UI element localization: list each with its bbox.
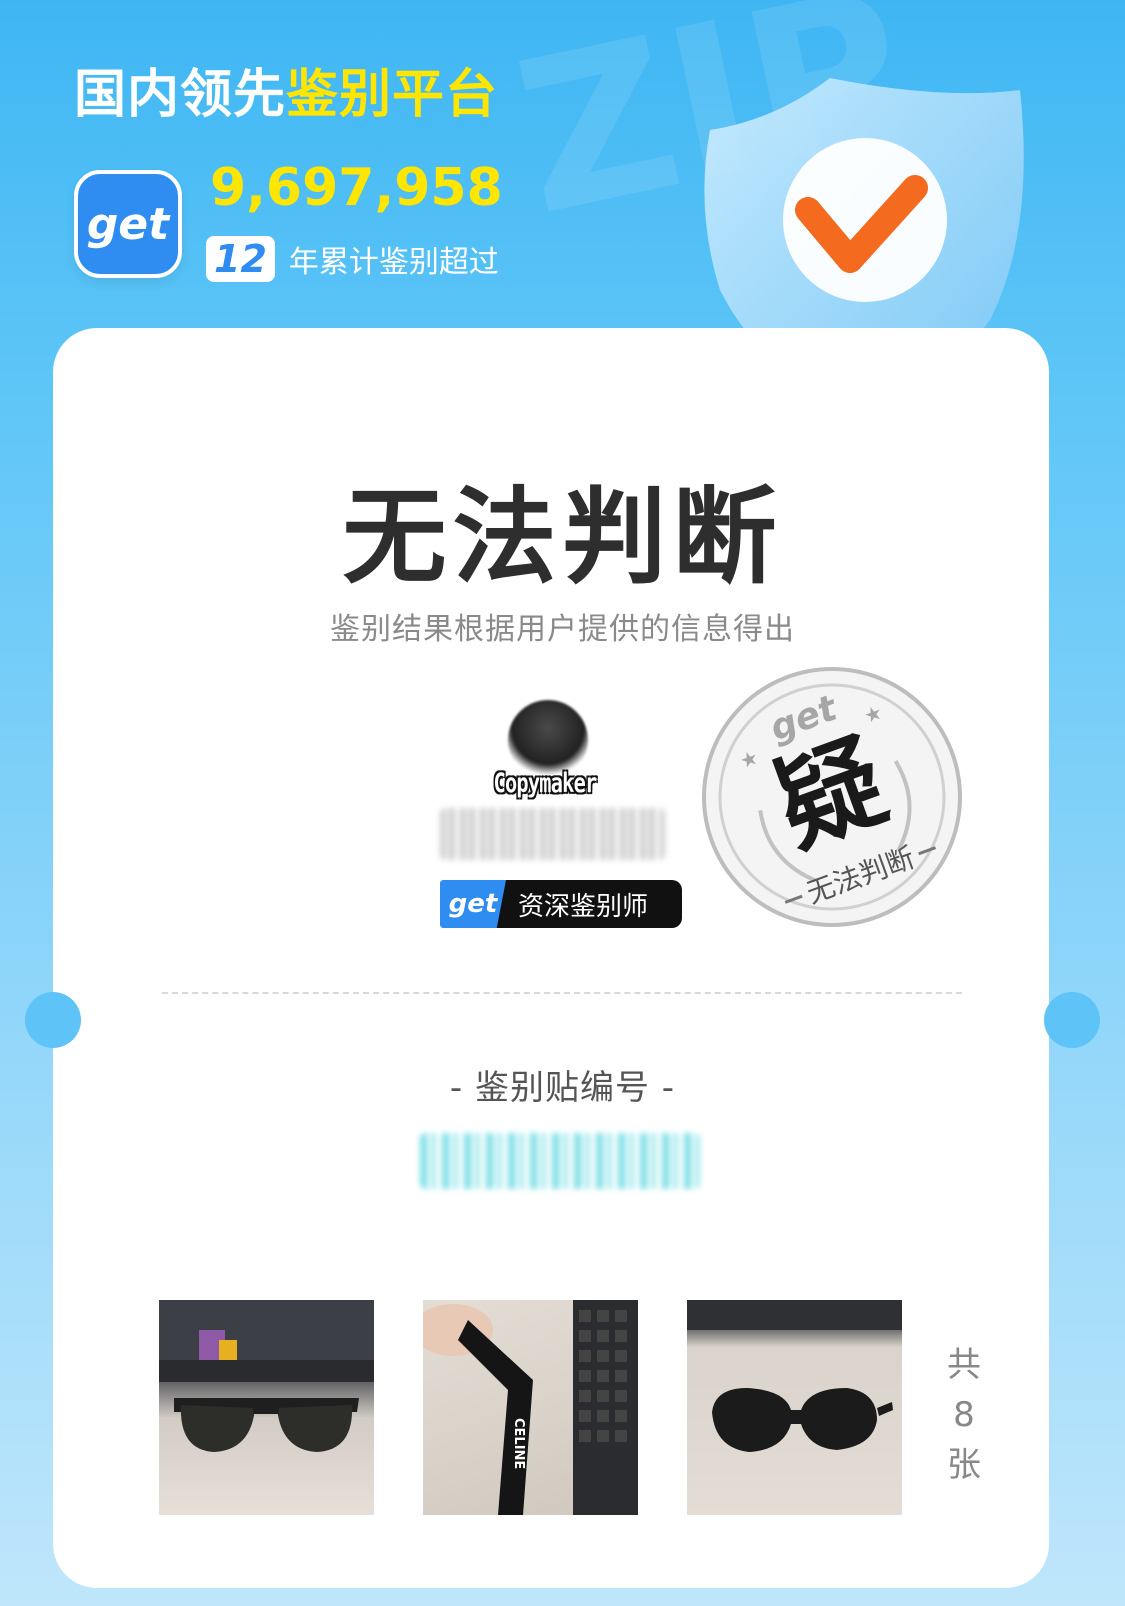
photo-thumbnail-1[interactable] — [159, 1300, 374, 1515]
headline-yellow: 鉴别平台 — [286, 65, 499, 125]
sunglasses-front-image — [159, 1300, 374, 1452]
badge-logo: get — [440, 880, 506, 928]
appraiser-badge: get 资深鉴别师 — [440, 880, 682, 928]
tag-number-label: - 鉴别贴编号 - — [449, 1068, 676, 1108]
photo-thumbnail-3[interactable] — [687, 1300, 902, 1515]
photo-count-char-1: 共 — [947, 1345, 981, 1385]
logo-text: get — [86, 198, 170, 250]
appraiser-name: Copymaker — [493, 768, 598, 799]
sunglasses-angle-image — [687, 1300, 902, 1452]
photo-thumbnail-2[interactable]: CELINE — [423, 1300, 638, 1515]
ticket-divider — [162, 992, 962, 994]
total-appraisals-count: 9,697,958 — [210, 158, 503, 218]
photo-count[interactable]: 共 8 张 — [944, 1340, 984, 1490]
badge-title: 资深鉴别师 — [518, 891, 649, 922]
years-text: 年累计鉴别超过 — [288, 245, 499, 280]
headline-white: 国内领先 — [74, 65, 287, 125]
verdict-note: 鉴别结果根据用户提供的信息得出 — [330, 612, 795, 647]
ticket-notch-right — [1044, 992, 1100, 1048]
appraiser-id-blurred — [440, 808, 665, 860]
page-headline: 国内领先鉴别平台 — [74, 52, 498, 127]
get-logo: get — [74, 170, 182, 278]
verdict-title: 无法判断 — [342, 476, 783, 598]
temple-brand-text: CELINE — [511, 1418, 526, 1469]
years-line: 12 年累计鉴别超过 — [206, 236, 499, 282]
years-number: 12 — [206, 236, 275, 282]
uncertain-stamp: get ★ ★ 疑 无法判断 — [702, 667, 962, 927]
temple-logo-image: CELINE — [423, 1300, 638, 1515]
ticket-notch-left — [25, 992, 81, 1048]
photo-count-number: 8 — [953, 1395, 975, 1435]
photo-count-char-2: 张 — [947, 1445, 981, 1485]
tag-number-blurred — [420, 1133, 700, 1189]
